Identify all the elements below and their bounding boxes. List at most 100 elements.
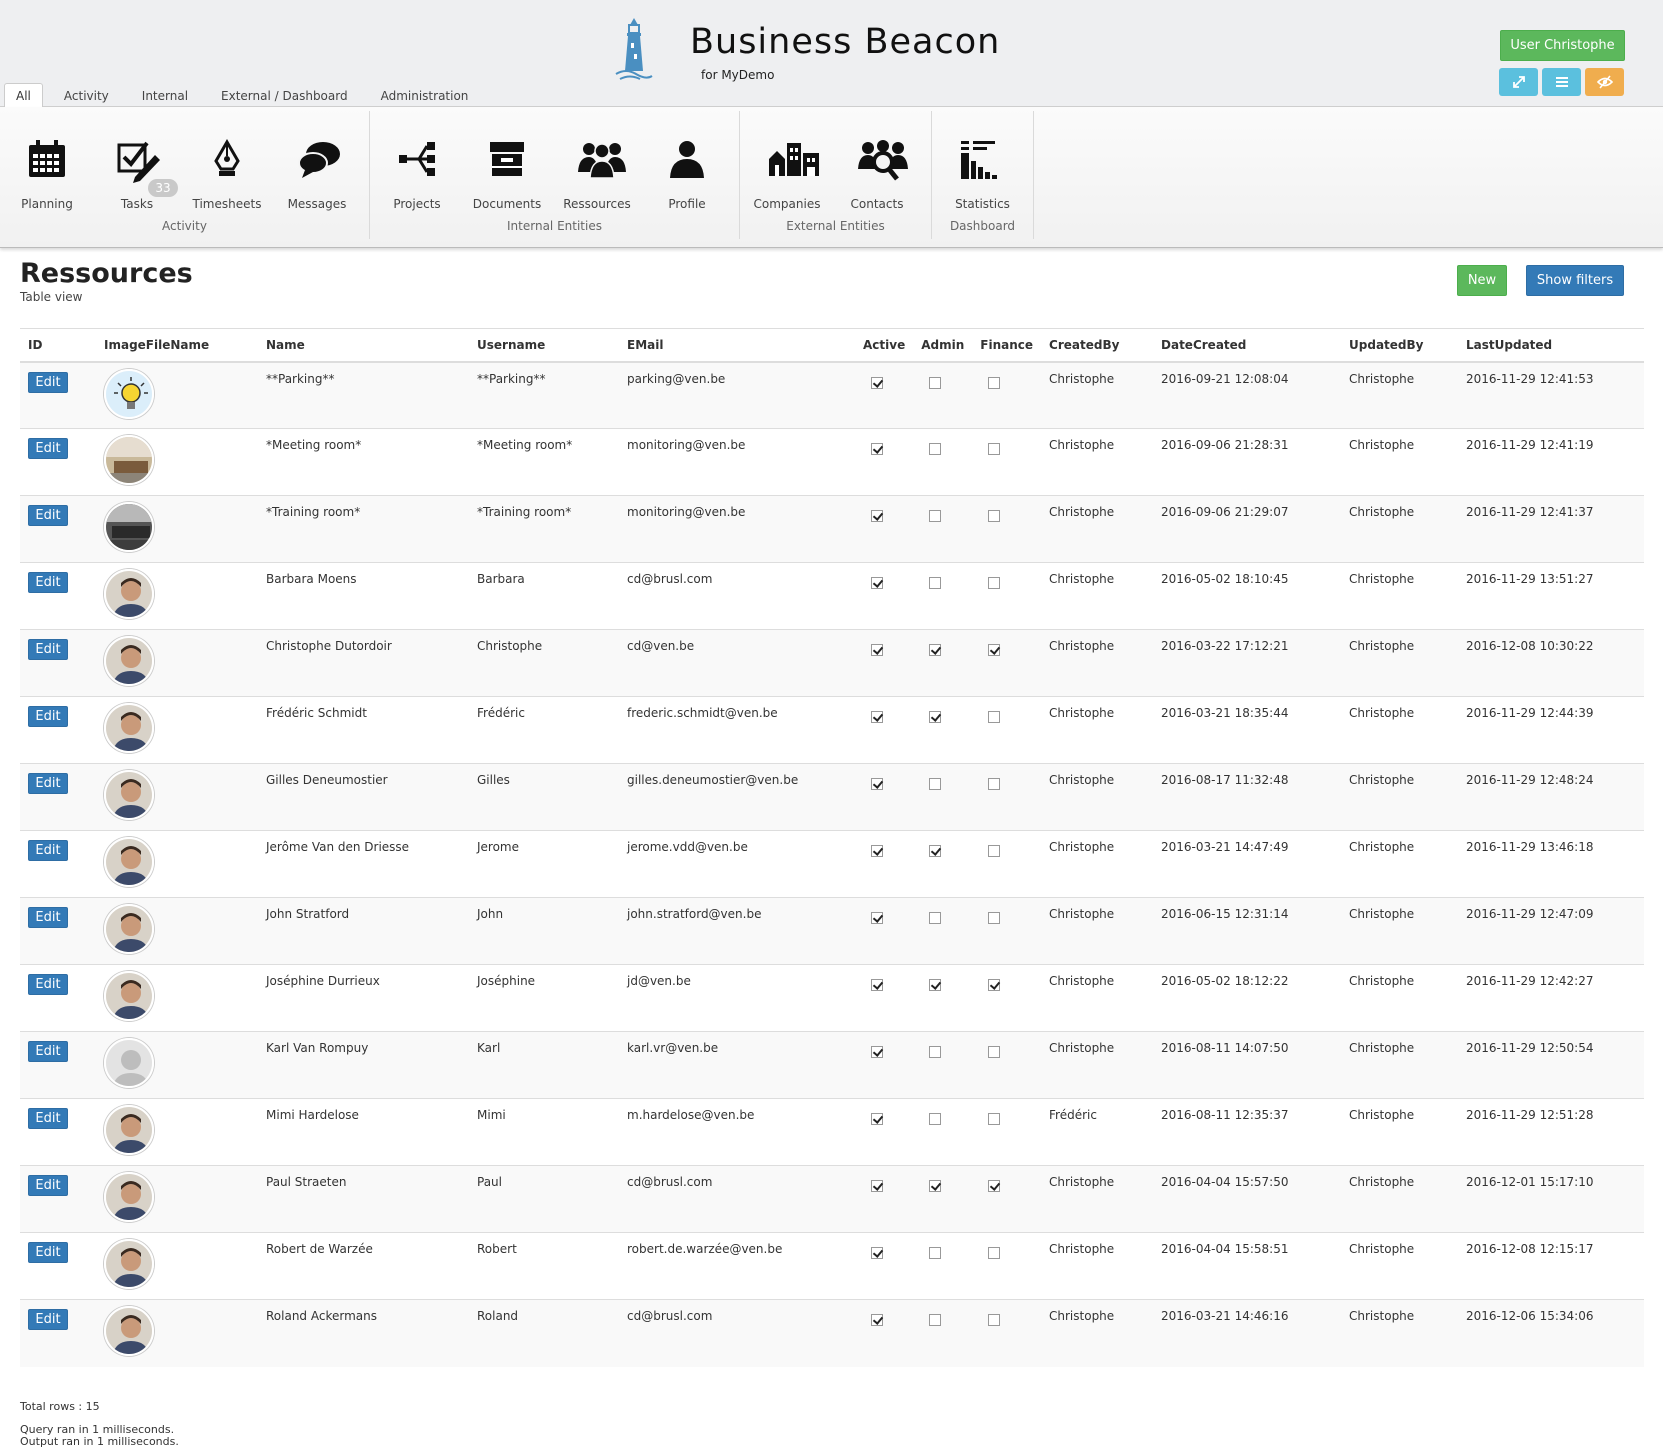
edit-button[interactable]: Edit: [28, 639, 68, 660]
ribbon-companies[interactable]: Companies: [742, 111, 832, 211]
ribbon-projects[interactable]: Projects: [372, 111, 462, 211]
edit-button[interactable]: Edit: [28, 1108, 68, 1129]
column-header[interactable]: Name: [258, 328, 469, 363]
edit-button[interactable]: Edit: [28, 438, 68, 459]
active-checkbox[interactable]: [871, 711, 883, 723]
finance-checkbox[interactable]: [988, 1180, 1001, 1192]
admin-checkbox[interactable]: [929, 577, 942, 589]
new-button[interactable]: New: [1457, 265, 1507, 296]
active-checkbox[interactable]: [871, 443, 883, 455]
finance-checkbox[interactable]: [988, 443, 1001, 455]
table-row: Edit Frédéric Schmidt Frédéric frederic.sch…: [20, 696, 1644, 764]
admin-checkbox[interactable]: [929, 778, 942, 790]
admin-checkbox[interactable]: [929, 979, 942, 991]
edit-button[interactable]: Edit: [28, 840, 68, 861]
ribbon-timesheets[interactable]: Timesheets: [182, 111, 272, 211]
menu-button[interactable]: [1542, 68, 1581, 96]
tab-external-dashboard[interactable]: External / Dashboard: [209, 83, 360, 107]
finance-checkbox[interactable]: [988, 778, 1001, 790]
active-checkbox[interactable]: [871, 577, 883, 589]
hide-button[interactable]: [1585, 68, 1624, 96]
admin-checkbox[interactable]: [929, 1247, 942, 1259]
column-header[interactable]: LastUpdated: [1458, 328, 1644, 363]
active-checkbox[interactable]: [871, 845, 883, 857]
admin-checkbox[interactable]: [929, 845, 942, 857]
active-checkbox[interactable]: [871, 1314, 883, 1326]
admin-checkbox[interactable]: [929, 644, 942, 656]
admin-checkbox[interactable]: [929, 711, 942, 723]
admin-checkbox[interactable]: [929, 376, 942, 389]
show-filters-button[interactable]: Show filters: [1526, 265, 1624, 296]
column-header[interactable]: Admin: [913, 328, 973, 363]
column-header[interactable]: UpdatedBy: [1341, 328, 1459, 363]
finance-checkbox[interactable]: [988, 1046, 1001, 1058]
finance-cell: [972, 495, 1042, 563]
finance-checkbox[interactable]: [988, 577, 1001, 589]
ribbon-planning[interactable]: Planning: [2, 111, 92, 211]
active-checkbox[interactable]: [871, 1113, 883, 1125]
edit-button[interactable]: Edit: [28, 1309, 68, 1330]
tab-administration[interactable]: Administration: [369, 83, 481, 107]
admin-checkbox[interactable]: [929, 1046, 942, 1058]
finance-cell: [972, 830, 1042, 898]
active-checkbox[interactable]: [871, 1180, 883, 1192]
edit-button[interactable]: Edit: [28, 371, 68, 393]
column-header[interactable]: Finance: [972, 328, 1042, 363]
tab-internal[interactable]: Internal: [130, 83, 200, 107]
finance-checkbox[interactable]: [988, 912, 1001, 924]
user-button[interactable]: User Christophe: [1500, 30, 1625, 61]
active-checkbox[interactable]: [871, 912, 883, 924]
finance-checkbox[interactable]: [988, 376, 1001, 389]
edit-button[interactable]: Edit: [28, 505, 68, 526]
finance-checkbox[interactable]: [988, 644, 1001, 656]
edit-button[interactable]: Edit: [28, 1242, 68, 1263]
edit-button[interactable]: Edit: [28, 907, 68, 928]
column-header[interactable]: CreatedBy: [1041, 328, 1154, 363]
admin-checkbox[interactable]: [929, 1180, 942, 1192]
admin-checkbox[interactable]: [929, 1113, 942, 1125]
active-checkbox[interactable]: [871, 778, 883, 790]
avatar: [104, 837, 154, 887]
active-checkbox[interactable]: [871, 376, 883, 389]
column-header[interactable]: ImageFileName: [96, 328, 258, 363]
admin-checkbox[interactable]: [929, 443, 942, 455]
edit-button[interactable]: Edit: [28, 706, 68, 727]
ribbon-messages[interactable]: Messages: [272, 111, 362, 211]
finance-checkbox[interactable]: [988, 1113, 1001, 1125]
active-checkbox[interactable]: [871, 1046, 883, 1058]
column-header[interactable]: EMail: [619, 328, 855, 363]
active-checkbox[interactable]: [871, 510, 883, 522]
ribbon-profile[interactable]: Profile: [642, 111, 732, 211]
admin-cell: [913, 763, 973, 831]
ribbon-contacts[interactable]: Contacts: [832, 111, 922, 211]
admin-checkbox[interactable]: [929, 912, 942, 924]
edit-button[interactable]: Edit: [28, 773, 68, 794]
ribbon-statistics[interactable]: Statistics: [934, 111, 1031, 211]
tab-activity[interactable]: Activity: [52, 83, 121, 107]
ribbon-documents[interactable]: Documents: [462, 111, 552, 211]
active-checkbox[interactable]: [871, 1247, 883, 1259]
column-header[interactable]: Username: [469, 328, 619, 363]
tab-all[interactable]: All: [4, 83, 43, 107]
active-cell: [855, 629, 914, 697]
column-header[interactable]: DateCreated: [1153, 328, 1342, 363]
finance-checkbox[interactable]: [988, 510, 1001, 522]
edit-button[interactable]: Edit: [28, 572, 68, 593]
edit-button[interactable]: Edit: [28, 974, 68, 995]
finance-checkbox[interactable]: [988, 711, 1001, 723]
admin-checkbox[interactable]: [929, 1314, 942, 1326]
admin-checkbox[interactable]: [929, 510, 942, 522]
ribbon-ressources[interactable]: Ressources: [552, 111, 642, 211]
active-checkbox[interactable]: [871, 979, 883, 991]
edit-button[interactable]: Edit: [28, 1041, 68, 1062]
ribbon-tasks[interactable]: 33 Tasks: [92, 111, 182, 211]
column-header[interactable]: ID: [20, 328, 96, 363]
column-header[interactable]: Active: [855, 328, 914, 363]
active-checkbox[interactable]: [871, 644, 883, 656]
finance-checkbox[interactable]: [988, 979, 1001, 991]
expand-button[interactable]: [1499, 68, 1538, 96]
finance-checkbox[interactable]: [988, 1314, 1001, 1326]
finance-checkbox[interactable]: [988, 1247, 1001, 1259]
finance-checkbox[interactable]: [988, 845, 1001, 857]
edit-button[interactable]: Edit: [28, 1175, 68, 1196]
